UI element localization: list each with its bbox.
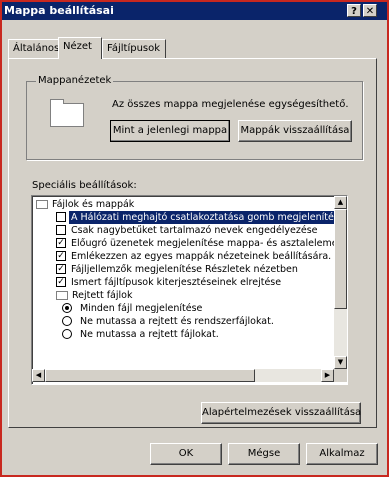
folder-icon bbox=[56, 291, 68, 300]
scroll-corner bbox=[334, 369, 347, 382]
tab-general[interactable]: Általános bbox=[8, 39, 60, 59]
radio-selected[interactable] bbox=[62, 303, 72, 313]
reset-folders-button[interactable]: Mappák visszaállítása bbox=[238, 120, 352, 142]
advanced-settings-label: Speciális beállítások: bbox=[32, 180, 137, 191]
checkbox[interactable] bbox=[56, 212, 66, 222]
close-button[interactable]: ✕ bbox=[363, 4, 377, 17]
advanced-settings-tree[interactable]: Fájlok és mappák A Hálózati meghajtó csa… bbox=[31, 195, 348, 385]
tree-item-label: Ne mutassa a rejtett és rendszerfájlokat… bbox=[80, 316, 274, 327]
like-current-folder-button[interactable]: Mint a jelenlegi mappa bbox=[110, 120, 230, 142]
checkbox-checked[interactable]: ✓ bbox=[56, 238, 66, 248]
cancel-button[interactable]: Mégse bbox=[228, 443, 300, 465]
folder-views-title: Mappanézetek bbox=[36, 75, 114, 86]
dialog-window: Mappa beállításai ? ✕ Általános Nézet Fá… bbox=[0, 0, 389, 477]
tree-item-label: Minden fájl megjelenítése bbox=[80, 303, 203, 314]
folder-icon bbox=[50, 99, 84, 127]
scroll-right-arrow-icon[interactable]: ▶ bbox=[321, 369, 334, 382]
tree-item-label: Csak nagybetűket tartalmazó nevek engedé… bbox=[71, 225, 318, 236]
tree-item-label: Ne mutassa a rejtett fájlokat. bbox=[80, 329, 219, 340]
scroll-thumb[interactable] bbox=[334, 209, 347, 309]
tree-item-label: Fájljellemzők megjelenítése Részletek né… bbox=[71, 264, 298, 275]
help-button[interactable]: ? bbox=[347, 4, 361, 17]
scroll-left-arrow-icon[interactable]: ◀ bbox=[32, 369, 45, 382]
tab-file-types[interactable]: Fájltípusok bbox=[102, 39, 166, 59]
vertical-scrollbar[interactable]: ▲ ▼ bbox=[334, 196, 347, 369]
tree-item-label: Előugró üzenetek megjelenítése mappa- és… bbox=[71, 238, 348, 249]
tree-item-label: Rejtett fájlok bbox=[72, 290, 133, 301]
checkbox[interactable] bbox=[56, 225, 66, 235]
tree-item-label: A Hálózati meghajtó csatlakoztatása gomb… bbox=[69, 211, 347, 224]
window-title: Mappa beállításai bbox=[4, 4, 114, 17]
tab-view[interactable]: Nézet bbox=[58, 37, 102, 59]
radio[interactable] bbox=[62, 316, 72, 326]
tree-item-label: Emlékezzen az egyes mappák nézeteinek be… bbox=[71, 251, 332, 262]
restore-defaults-button[interactable]: Alapértelmezések visszaállítása bbox=[201, 402, 361, 424]
scroll-thumb[interactable] bbox=[45, 369, 255, 382]
checkbox-checked[interactable]: ✓ bbox=[56, 251, 66, 261]
folder-icon bbox=[36, 200, 48, 209]
checkbox-checked[interactable]: ✓ bbox=[56, 277, 66, 287]
tree-item-label: Ismert fájltípusok kiterjesztéseinek elr… bbox=[71, 277, 282, 288]
horizontal-scrollbar[interactable]: ◀ ▶ bbox=[32, 369, 334, 382]
scroll-down-arrow-icon[interactable]: ▼ bbox=[334, 356, 347, 369]
apply-button[interactable]: Alkalmaz bbox=[306, 443, 378, 465]
scroll-up-arrow-icon[interactable]: ▲ bbox=[334, 196, 347, 209]
tree-item-label: Fájlok és mappák bbox=[52, 199, 135, 210]
checkbox-checked[interactable]: ✓ bbox=[56, 264, 66, 274]
ok-button[interactable]: OK bbox=[150, 443, 222, 465]
radio[interactable] bbox=[62, 329, 72, 339]
title-bar[interactable]: Mappa beállításai ? ✕ bbox=[2, 2, 387, 20]
folder-views-description: Az összes mappa megjelenése egységesíthe… bbox=[112, 99, 349, 110]
